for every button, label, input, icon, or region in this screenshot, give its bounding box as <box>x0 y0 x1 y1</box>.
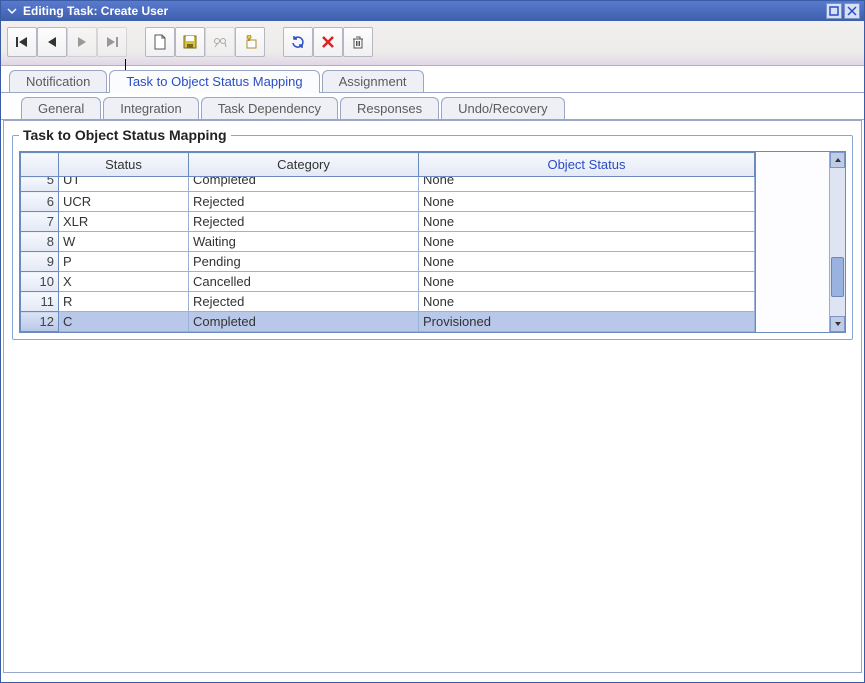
object-status-cell[interactable]: None <box>419 292 755 312</box>
tab-task-to-object-status-mapping[interactable]: Task to Object Status Mapping <box>109 70 319 93</box>
close-button[interactable] <box>844 3 860 19</box>
category-cell[interactable]: Rejected <box>189 212 419 232</box>
status-cell[interactable]: UT <box>59 177 189 192</box>
data-grid: Status Category Object Status 5UTComplet… <box>19 151 846 333</box>
tab-assignment[interactable]: Assignment <box>322 70 424 93</box>
row-number-cell[interactable]: 6 <box>21 192 59 212</box>
row-number-cell[interactable]: 9 <box>21 252 59 272</box>
tab-notification[interactable]: Notification <box>9 70 107 93</box>
object-status-cell[interactable]: Provisioned <box>419 312 755 332</box>
table-row[interactable]: 7XLRRejectedNone <box>21 212 755 232</box>
object-status-cell[interactable]: None <box>419 232 755 252</box>
table-row[interactable]: 10XCancelledNone <box>21 272 755 292</box>
new-button[interactable] <box>145 27 175 57</box>
app-window: Editing Task: Create User <box>0 0 865 683</box>
status-cell[interactable]: R <box>59 292 189 312</box>
vertical-scrollbar[interactable] <box>829 152 845 332</box>
table-row[interactable]: 12CCompletedProvisioned <box>21 312 755 332</box>
next-record-button <box>67 27 97 57</box>
tab-undo-recovery[interactable]: Undo/Recovery <box>441 97 565 120</box>
status-cell[interactable]: X <box>59 272 189 292</box>
status-header[interactable]: Status <box>59 153 189 177</box>
object-status-cell[interactable]: None <box>419 192 755 212</box>
category-header[interactable]: Category <box>189 153 419 177</box>
secondary-tab-row: General Integration Task Dependency Resp… <box>1 97 864 120</box>
status-mapping-table[interactable]: Status Category Object Status 5UTComplet… <box>20 152 755 332</box>
tab-integration[interactable]: Integration <box>103 97 198 120</box>
status-cell[interactable]: XLR <box>59 212 189 232</box>
object-status-cell[interactable]: None <box>419 272 755 292</box>
last-record-button <box>97 27 127 57</box>
tab-task-dependency[interactable]: Task Dependency <box>201 97 338 120</box>
table-row[interactable]: 11RRejectedNone <box>21 292 755 312</box>
content-area: Task to Object Status Mapping Status Cat… <box>3 120 862 673</box>
row-number-cell[interactable]: 7 <box>21 212 59 232</box>
status-cell[interactable]: P <box>59 252 189 272</box>
scroll-down-button[interactable] <box>830 316 845 332</box>
row-number-header[interactable] <box>21 153 59 177</box>
row-number-cell[interactable]: 10 <box>21 272 59 292</box>
scroll-thumb[interactable] <box>831 257 844 297</box>
tab-general[interactable]: General <box>21 97 101 120</box>
row-number-cell[interactable]: 12 <box>21 312 59 332</box>
status-cell[interactable]: UCR <box>59 192 189 212</box>
row-number-cell[interactable]: 11 <box>21 292 59 312</box>
table-row[interactable]: 6UCRRejectedNone <box>21 192 755 212</box>
notes-button[interactable] <box>235 27 265 57</box>
object-status-cell[interactable]: None <box>419 177 755 192</box>
category-cell[interactable]: Rejected <box>189 192 419 212</box>
category-cell[interactable]: Cancelled <box>189 272 419 292</box>
save-button[interactable] <box>175 27 205 57</box>
category-cell[interactable]: Rejected <box>189 292 419 312</box>
table-row[interactable]: 9PPendingNone <box>21 252 755 272</box>
category-cell[interactable]: Waiting <box>189 232 419 252</box>
object-status-cell[interactable]: None <box>419 212 755 232</box>
scroll-up-button[interactable] <box>830 152 845 168</box>
grid-scroll-gutter <box>755 152 845 332</box>
refresh-button[interactable] <box>283 27 313 57</box>
fieldset-legend: Task to Object Status Mapping <box>19 127 231 143</box>
maximize-button[interactable] <box>826 3 842 19</box>
status-cell[interactable]: C <box>59 312 189 332</box>
delete-x-button[interactable] <box>313 27 343 57</box>
find-button <box>205 27 235 57</box>
table-row[interactable]: 5UTCompletedNone <box>21 177 755 192</box>
status-cell[interactable]: W <box>59 232 189 252</box>
row-number-cell[interactable]: 8 <box>21 232 59 252</box>
category-cell[interactable]: Completed <box>189 312 419 332</box>
toolbar <box>1 21 864 66</box>
tab-responses[interactable]: Responses <box>340 97 439 120</box>
object-status-header[interactable]: Object Status <box>419 153 755 177</box>
primary-tab-row: Notification Task to Object Status Mappi… <box>1 70 864 93</box>
category-cell[interactable]: Pending <box>189 252 419 272</box>
scroll-track[interactable] <box>830 168 845 316</box>
table-row[interactable]: 8WWaitingNone <box>21 232 755 252</box>
row-number-cell[interactable]: 5 <box>21 177 59 192</box>
title-menu-chevron-icon[interactable] <box>5 4 19 18</box>
category-cell[interactable]: Completed <box>189 177 419 192</box>
window-title: Editing Task: Create User <box>23 4 826 18</box>
first-record-button[interactable] <box>7 27 37 57</box>
title-bar: Editing Task: Create User <box>1 1 864 21</box>
prev-record-button[interactable] <box>37 27 67 57</box>
mapping-fieldset: Task to Object Status Mapping Status Cat… <box>12 127 853 340</box>
object-status-cell[interactable]: None <box>419 252 755 272</box>
trash-button[interactable] <box>343 27 373 57</box>
